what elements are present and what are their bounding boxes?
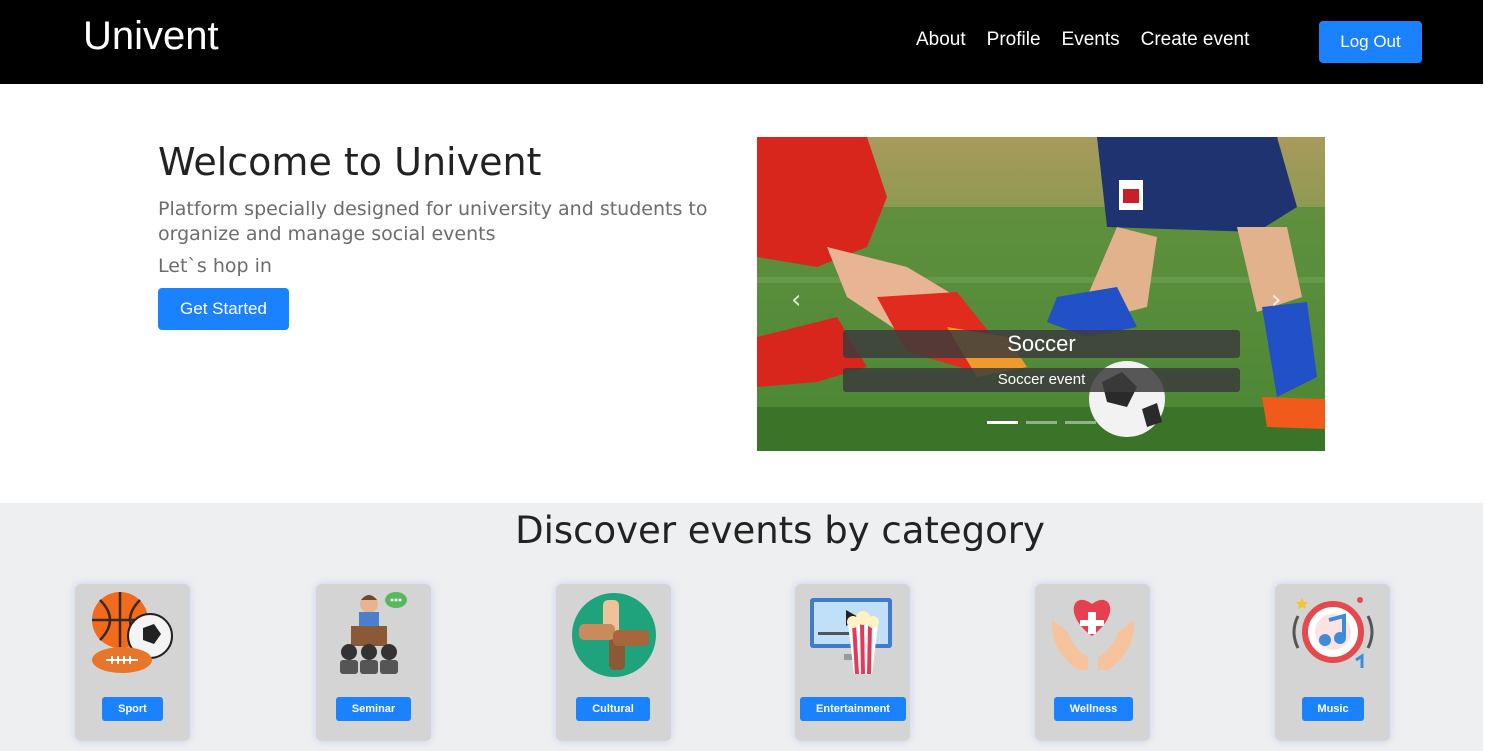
- hero-title: Welcome to Univent: [158, 140, 542, 184]
- category-button-entertainment[interactable]: Entertainment: [800, 697, 906, 721]
- movie-popcorn-icon: [810, 598, 892, 675]
- category-button-wellness[interactable]: Wellness: [1054, 697, 1133, 721]
- nav-links: About Profile Events Create event: [916, 29, 1249, 51]
- carousel-prev-icon[interactable]: ‹: [791, 285, 801, 315]
- category-button-music[interactable]: Music: [1302, 697, 1364, 721]
- event-carousel[interactable]: ‹ › Soccer Soccer event: [757, 137, 1325, 451]
- category-section-title: Discover events by category: [515, 509, 1045, 552]
- nav-link-about[interactable]: About: [916, 29, 966, 51]
- sport-balls-icon: [92, 592, 173, 673]
- carousel-indicator-3[interactable]: [1065, 421, 1096, 424]
- carousel-caption-title: Soccer: [843, 330, 1240, 358]
- category-card-cultural[interactable]: Cultural: [556, 584, 671, 741]
- carousel-caption-text: Soccer event: [843, 368, 1240, 392]
- carousel-indicator-2[interactable]: [1026, 421, 1057, 424]
- top-navbar: Univent About Profile Events Create even…: [0, 0, 1483, 84]
- category-card-sport[interactable]: Sport: [75, 584, 190, 741]
- soccer-slide-image: [757, 137, 1325, 451]
- category-card-wellness[interactable]: Wellness: [1035, 584, 1150, 741]
- hero-hop-text: Let`s hop in: [158, 255, 272, 277]
- brand-logo[interactable]: Univent: [83, 14, 219, 59]
- nav-link-profile[interactable]: Profile: [987, 29, 1041, 51]
- heart-hands-icon: [1051, 599, 1135, 670]
- music-note-icon: [1292, 597, 1374, 668]
- nav-link-events[interactable]: Events: [1062, 29, 1120, 51]
- category-button-sport[interactable]: Sport: [102, 697, 163, 721]
- nav-link-create-event[interactable]: Create event: [1141, 29, 1250, 51]
- carousel-indicator-1[interactable]: [987, 421, 1018, 424]
- get-started-button[interactable]: Get Started: [158, 288, 289, 330]
- hero-subtitle: Platform specially designed for universi…: [158, 198, 708, 245]
- category-button-cultural[interactable]: Cultural: [576, 697, 650, 721]
- category-button-seminar[interactable]: Seminar: [336, 697, 411, 721]
- carousel-indicators: [987, 421, 1096, 424]
- carousel-next-icon[interactable]: ›: [1271, 285, 1281, 315]
- category-section: Discover events by category Sport Semina…: [0, 503, 1483, 751]
- cultural-hands-icon: [572, 593, 656, 677]
- category-card-entertainment[interactable]: Entertainment: [795, 584, 910, 741]
- category-card-seminar[interactable]: Seminar: [316, 584, 431, 741]
- category-card-music[interactable]: Music: [1275, 584, 1390, 741]
- logout-button[interactable]: Log Out: [1319, 21, 1422, 63]
- seminar-speaker-icon: [340, 592, 407, 674]
